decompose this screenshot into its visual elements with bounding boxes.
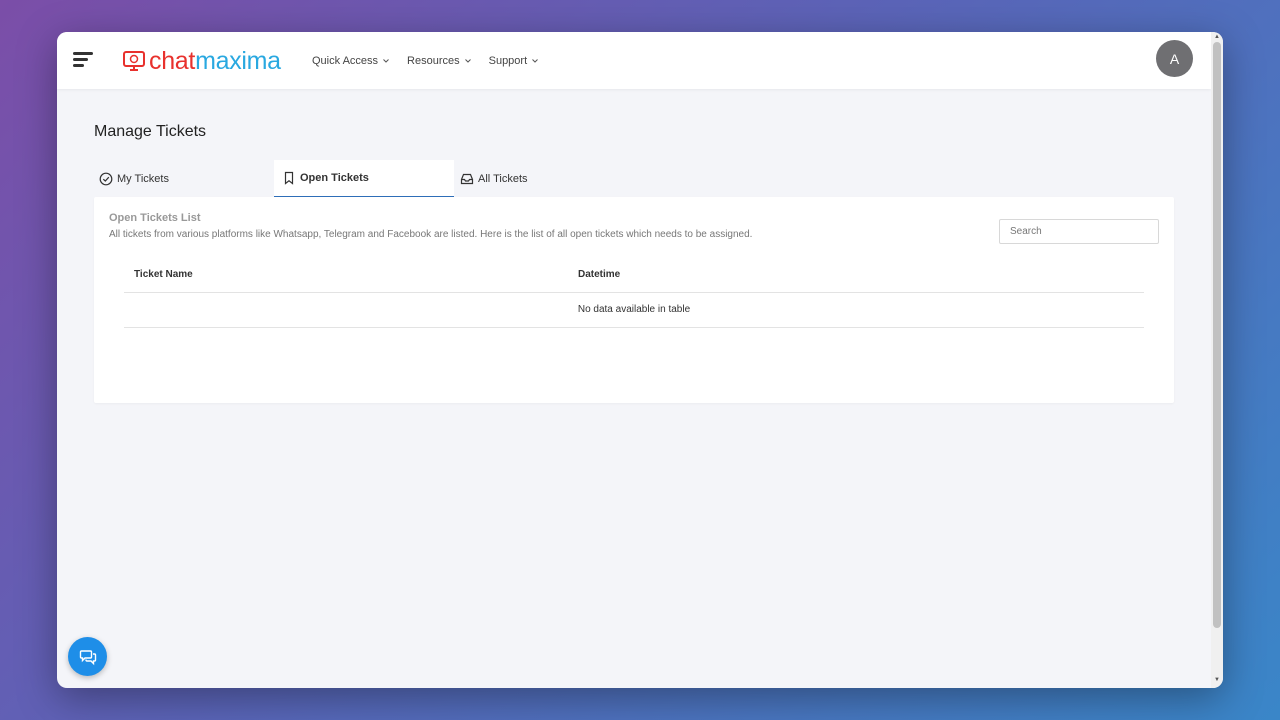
user-avatar[interactable]: A — [1156, 40, 1193, 77]
nav-label: Resources — [407, 55, 460, 67]
tab-my-tickets[interactable]: My Tickets — [99, 160, 169, 197]
tab-label: My Tickets — [117, 172, 169, 185]
nav-label: Support — [488, 55, 528, 67]
chat-bubbles-icon — [79, 649, 96, 665]
logo-text-maxima: maxima — [195, 47, 281, 75]
chat-widget-button[interactable] — [68, 637, 107, 676]
chevron-down-icon — [383, 59, 389, 63]
tab-label: Open Tickets — [300, 172, 369, 184]
scrollbar-thumb[interactable] — [1213, 42, 1221, 628]
chevron-down-icon — [532, 59, 538, 63]
top-navbar: chatmaxima Quick Access Resources Suppor… — [57, 32, 1211, 89]
card-description: All tickets from various platforms like … — [109, 229, 753, 240]
empty-table-message: No data available in table — [124, 293, 1144, 328]
tab-label: All Tickets — [478, 172, 528, 185]
main-nav: Quick Access Resources Support — [312, 55, 539, 67]
scroll-down-arrow-icon[interactable]: ▼ — [1214, 677, 1220, 683]
hamburger-menu-icon[interactable] — [73, 52, 93, 68]
tickets-table: Ticket Name Datetime No data available i… — [124, 257, 1144, 328]
tab-open-tickets[interactable]: Open Tickets — [274, 160, 454, 197]
bookmark-icon — [284, 171, 294, 185]
page-title: Manage Tickets — [94, 123, 207, 140]
logo-text-chat: chat — [149, 47, 196, 75]
monitor-chat-logo-icon — [123, 51, 145, 71]
table-header: Ticket Name Datetime — [124, 257, 1144, 293]
nav-label: Quick Access — [312, 55, 379, 67]
nav-support[interactable]: Support — [489, 55, 540, 67]
column-header-datetime[interactable]: Datetime — [578, 269, 620, 280]
nav-resources[interactable]: Resources — [407, 55, 472, 67]
open-tickets-card: Open Tickets List All tickets from vario… — [94, 197, 1174, 403]
chevron-down-icon — [464, 59, 471, 63]
nav-quick-access[interactable]: Quick Access — [312, 55, 390, 67]
inbox-icon — [460, 173, 474, 184]
check-circle-icon — [99, 172, 113, 185]
column-header-ticket-name[interactable]: Ticket Name — [134, 269, 193, 280]
chatmaxima-logo[interactable]: chatmaxima — [123, 48, 281, 74]
search-input[interactable] — [999, 219, 1159, 244]
app-window: chatmaxima Quick Access Resources Suppor… — [57, 32, 1223, 688]
tab-all-tickets[interactable]: All Tickets — [460, 160, 528, 197]
ticket-tabs: My Tickets Open Tickets All Tickets — [94, 160, 1174, 197]
scroll-up-arrow-icon[interactable]: ▲ — [1214, 34, 1220, 40]
vertical-scrollbar[interactable]: ▲ ▼ — [1211, 32, 1223, 688]
card-title: Open Tickets List — [109, 212, 201, 224]
